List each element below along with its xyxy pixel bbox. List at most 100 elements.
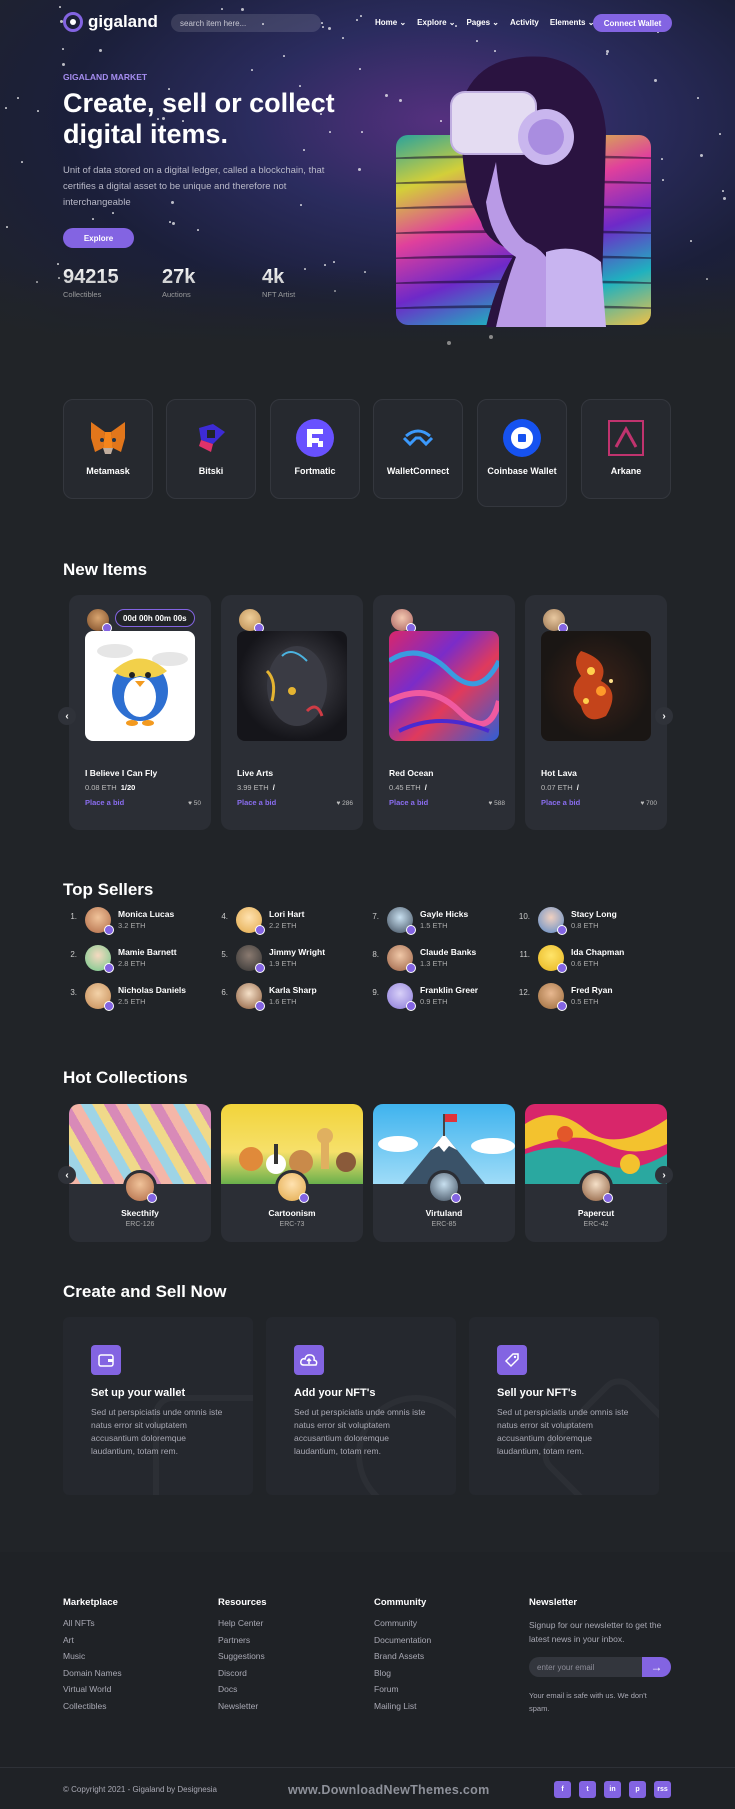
footer-link[interactable]: Discord <box>218 1668 267 1678</box>
footer-link[interactable]: Brand Assets <box>374 1651 431 1661</box>
carousel-next-button[interactable]: › <box>655 707 673 725</box>
chevron-right-icon: › <box>662 710 666 722</box>
nav-activity[interactable]: Activity <box>510 18 539 27</box>
facebook-icon[interactable]: f <box>554 1781 571 1798</box>
carousel-prev-button[interactable]: ‹ <box>58 707 76 725</box>
seller-item[interactable]: 10. Stacy Long 0.8 ETH <box>516 907 656 937</box>
footer-link[interactable]: Suggestions <box>218 1651 267 1661</box>
seller-item[interactable]: 5. Jimmy Wright 1.9 ETH <box>214 945 354 975</box>
footer-link[interactable]: Collectibles <box>63 1701 122 1711</box>
item-name[interactable]: Live Arts <box>237 768 273 778</box>
nav-elements[interactable]: Elements ⌄ <box>550 18 595 27</box>
item-image[interactable] <box>541 631 651 741</box>
seller-item[interactable]: 7. Gayle Hicks 1.5 ETH <box>365 907 505 937</box>
seller-eth: 1.3 ETH <box>420 959 448 968</box>
connect-wallet-button[interactable]: Connect Wallet <box>593 14 672 32</box>
place-bid-link[interactable]: Place a bid <box>389 798 428 807</box>
seller-item[interactable]: 4. Lori Hart 2.2 ETH <box>214 907 354 937</box>
wallet-card-bitski[interactable]: Bitski <box>166 399 256 499</box>
item-image[interactable] <box>237 631 347 741</box>
author-avatar[interactable] <box>85 607 112 633</box>
place-bid-link[interactable]: Place a bid <box>237 798 276 807</box>
search-input[interactable] <box>171 14 321 32</box>
collection-card[interactable]: Skecthify ERC-126 <box>69 1104 211 1242</box>
seller-item[interactable]: 6. Karla Sharp 1.6 ETH <box>214 983 354 1013</box>
twitter-icon[interactable]: t <box>579 1781 596 1798</box>
author-avatar[interactable] <box>389 607 416 633</box>
item-price-value: 0.08 ETH <box>85 783 117 792</box>
footer-link[interactable]: Blog <box>374 1668 431 1678</box>
seller-name: Claude Banks <box>420 947 477 957</box>
seller-item[interactable]: 9. Franklin Greer 0.9 ETH <box>365 983 505 1013</box>
star <box>59 6 61 8</box>
logo[interactable]: gigaland <box>63 12 158 32</box>
newsletter-email-input[interactable] <box>529 1657 642 1677</box>
seller-item[interactable]: 3. Nicholas Daniels 2.5 ETH <box>63 983 203 1013</box>
item-quantity: 1/20 <box>120 783 136 792</box>
author-avatar[interactable] <box>237 607 264 633</box>
wallet-card-metamask[interactable]: Metamask <box>63 399 153 499</box>
collection-card[interactable]: Virtuland ERC-85 <box>373 1104 515 1242</box>
seller-eth: 0.8 ETH <box>571 921 599 930</box>
footer-link[interactable]: Domain Names <box>63 1668 122 1678</box>
seller-item[interactable]: 1. Monica Lucas 3.2 ETH <box>63 907 203 937</box>
footer-link[interactable]: Documentation <box>374 1635 431 1645</box>
footer-link[interactable]: Newsletter <box>218 1701 267 1711</box>
linkedin-icon[interactable]: in <box>604 1781 621 1798</box>
footer-link[interactable]: Docs <box>218 1684 267 1694</box>
nav-pages[interactable]: Pages ⌄ <box>466 18 499 27</box>
item-card[interactable]: Live Arts 3.99 ETH / Place a bid ♥ 286 <box>221 595 363 830</box>
wallet-card-arkane[interactable]: Arkane <box>581 399 671 499</box>
item-name[interactable]: Hot Lava <box>541 768 577 778</box>
footer-link[interactable]: Help Center <box>218 1618 267 1628</box>
item-quantity: / <box>272 783 275 792</box>
footer-link[interactable]: Community <box>374 1618 431 1628</box>
item-card[interactable]: Red Ocean 0.45 ETH / Place a bid ♥ 588 <box>373 595 515 830</box>
rss-icon[interactable]: rss <box>654 1781 671 1798</box>
footer-link[interactable]: Art <box>63 1635 122 1645</box>
item-card[interactable]: Hot Lava 0.07 ETH / Place a bid ♥ 700 <box>525 595 667 830</box>
wallet-card-walletconnect[interactable]: WalletConnect <box>373 399 463 499</box>
wallet-card-fortmatic[interactable]: Fortmatic <box>270 399 360 499</box>
author-avatar[interactable] <box>541 607 568 633</box>
newsletter-submit-button[interactable]: → <box>642 1657 671 1677</box>
likes-counter[interactable]: ♥ 50 <box>188 800 201 807</box>
wallet-card-coinbase[interactable]: Coinbase Wallet <box>477 399 567 507</box>
seller-avatar <box>236 907 265 935</box>
carousel-next-button[interactable]: › <box>655 1166 673 1184</box>
footer-link[interactable]: Mailing List <box>374 1701 431 1711</box>
verified-check-icon <box>104 1001 114 1011</box>
verified-check-icon <box>557 963 567 973</box>
item-name[interactable]: Red Ocean <box>389 768 433 778</box>
footer-link[interactable]: Forum <box>374 1684 431 1694</box>
likes-count: 588 <box>494 800 505 807</box>
seller-name: Gayle Hicks <box>420 909 469 919</box>
pinterest-icon[interactable]: p <box>629 1781 646 1798</box>
place-bid-link[interactable]: Place a bid <box>541 798 580 807</box>
seller-item[interactable]: 8. Claude Banks 1.3 ETH <box>365 945 505 975</box>
star <box>299 85 301 87</box>
footer-link[interactable]: Virtual World <box>63 1684 122 1694</box>
footer-link[interactable]: All NFTs <box>63 1618 122 1628</box>
likes-counter[interactable]: ♥ 588 <box>488 800 505 807</box>
collection-token-standard: ERC-126 <box>125 1221 155 1228</box>
footer-link[interactable]: Music <box>63 1651 122 1661</box>
nav-explore[interactable]: Explore ⌄ <box>417 18 455 27</box>
carousel-prev-button[interactable]: ‹ <box>58 1166 76 1184</box>
nav-home[interactable]: Home ⌄ <box>375 18 406 27</box>
item-card[interactable]: 00d 00h 00m 00s I Believe I Can Fly 0.08… <box>69 595 211 830</box>
seller-item[interactable]: 12. Fred Ryan 0.5 ETH <box>516 983 656 1013</box>
explore-button[interactable]: Explore <box>63 228 134 248</box>
collection-card[interactable]: Cartoonism ERC-73 <box>221 1104 363 1242</box>
item-image[interactable] <box>85 631 195 741</box>
likes-counter[interactable]: ♥ 286 <box>336 800 353 807</box>
seller-item[interactable]: 2. Mamie Barnett 2.8 ETH <box>63 945 203 975</box>
item-name[interactable]: I Believe I Can Fly <box>85 768 157 778</box>
collection-card[interactable]: Papercut ERC-42 <box>525 1104 667 1242</box>
place-bid-link[interactable]: Place a bid <box>85 798 124 807</box>
star <box>58 277 60 279</box>
item-image[interactable] <box>389 631 499 741</box>
seller-item[interactable]: 11. Ida Chapman 0.6 ETH <box>516 945 656 975</box>
footer-link[interactable]: Partners <box>218 1635 267 1645</box>
likes-counter[interactable]: ♥ 700 <box>640 800 657 807</box>
